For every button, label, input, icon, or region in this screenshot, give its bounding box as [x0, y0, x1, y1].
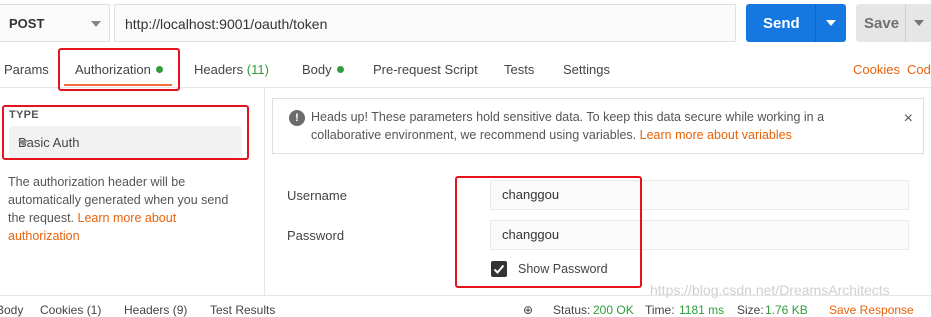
- method-select[interactable]: POST: [0, 4, 110, 42]
- send-divider: [815, 4, 816, 42]
- status-dot-icon: [336, 66, 344, 73]
- annotation-box-credentials: [455, 176, 642, 288]
- time-value: 1181 ms: [679, 303, 725, 317]
- send-button[interactable]: Send: [746, 4, 846, 42]
- sensitive-data-notice: ! Heads up! These parameters hold sensit…: [272, 98, 924, 154]
- time-label: Time:: [645, 303, 675, 317]
- save-response-link[interactable]: Save Response: [829, 303, 914, 317]
- response-tab-headers[interactable]: Headers (9): [124, 303, 187, 317]
- save-label: Save: [864, 15, 900, 32]
- chevron-down-icon: [91, 21, 101, 27]
- auth-help-text: The authorization header will be automat…: [8, 175, 229, 243]
- save-divider: [905, 4, 906, 42]
- info-icon: !: [289, 110, 305, 126]
- tab-headers[interactable]: Headers (11): [194, 62, 269, 77]
- tab-tests[interactable]: Tests: [504, 62, 534, 77]
- size-label: Size:: [737, 303, 764, 317]
- annotation-box-type: [2, 105, 249, 160]
- url-text: http://localhost:9001/oauth/token: [125, 16, 328, 32]
- status-label: Status:: [553, 303, 591, 317]
- tab-settings[interactable]: Settings: [563, 62, 610, 77]
- tab-params[interactable]: Params: [4, 62, 49, 77]
- save-options-chevron-icon[interactable]: [914, 20, 924, 26]
- url-input[interactable]: http://localhost:9001/oauth/token: [114, 4, 736, 42]
- annotation-box-authorization: [58, 48, 180, 91]
- size-value: 1.76 KB: [765, 303, 808, 317]
- close-icon[interactable]: ×: [904, 110, 913, 128]
- tab-body[interactable]: Body: [302, 62, 344, 77]
- method-label: POST: [9, 16, 45, 31]
- username-label: Username: [287, 188, 347, 203]
- password-label: Password: [287, 228, 345, 243]
- response-tab-test-results[interactable]: Test Results: [210, 303, 275, 317]
- save-button[interactable]: Save: [856, 4, 931, 42]
- response-tab-cookies[interactable]: Cookies (1): [40, 303, 101, 317]
- learn-more-variables-link[interactable]: Learn more about variables: [640, 128, 792, 142]
- tab-pre-request-script[interactable]: Pre-request Script: [373, 62, 478, 77]
- send-options-chevron-icon[interactable]: [826, 20, 836, 26]
- code-link[interactable]: Code: [907, 62, 931, 77]
- response-tab-body[interactable]: Body: [0, 303, 23, 317]
- globe-icon: ⊕: [523, 303, 534, 317]
- send-label: Send: [763, 15, 800, 32]
- panel-divider: [264, 88, 265, 296]
- notice-text: Heads up! These parameters hold sensitiv…: [311, 110, 825, 142]
- cookies-link[interactable]: Cookies: [853, 62, 900, 77]
- status-value: 200 OK: [593, 303, 634, 317]
- watermark: https://blog.csdn.net/DreamsArchitects: [650, 282, 890, 298]
